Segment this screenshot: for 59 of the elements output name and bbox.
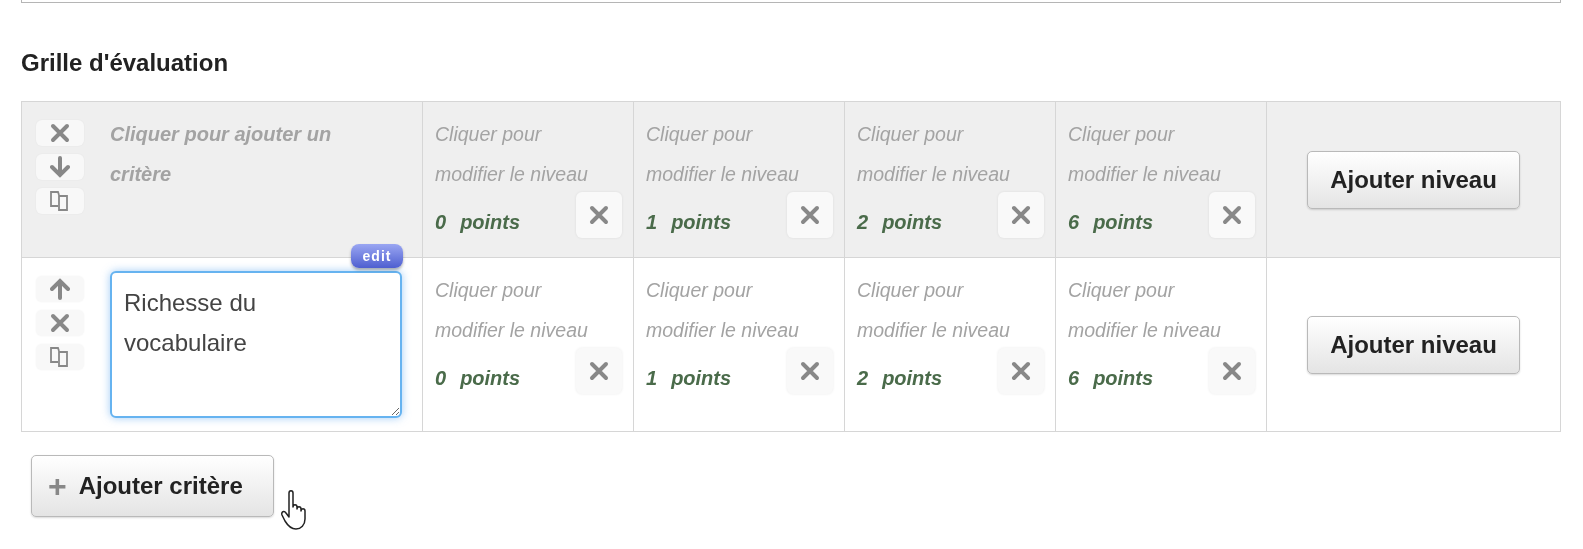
- close-icon: [589, 361, 609, 381]
- move-up-button[interactable]: [36, 276, 84, 302]
- section-heading: Grille d'évaluation: [21, 48, 229, 78]
- delete-level-button[interactable]: [998, 348, 1044, 394]
- close-icon: [800, 205, 820, 225]
- delete-button[interactable]: [36, 310, 84, 336]
- duplicate-button[interactable]: [36, 188, 84, 214]
- points-label: points: [1093, 210, 1154, 234]
- criterion-field[interactable]: Richesse du vocabulaire: [110, 271, 402, 418]
- level-description[interactable]: Cliquer pour modifier le niveau: [857, 270, 1033, 350]
- points-label: points: [460, 210, 521, 234]
- move-down-button[interactable]: [36, 154, 84, 180]
- points-label: points: [671, 210, 732, 234]
- level-description[interactable]: Cliquer pour modifier le niveau: [435, 114, 611, 194]
- copy-icon: [49, 190, 71, 212]
- level-description[interactable]: Cliquer pour modifier le niveau: [1068, 270, 1244, 350]
- points-value: 6: [1068, 210, 1080, 234]
- delete-level-button[interactable]: [576, 192, 622, 238]
- add-criterion-button[interactable]: + Ajouter critère: [31, 455, 274, 517]
- delete-level-button[interactable]: [1209, 348, 1255, 394]
- add-level-button[interactable]: Ajouter niveau: [1307, 315, 1520, 374]
- close-icon: [50, 123, 70, 143]
- points-label: points: [671, 366, 732, 390]
- points-label: points: [460, 366, 521, 390]
- points-value: 1: [646, 210, 658, 234]
- close-icon: [1222, 205, 1242, 225]
- delete-level-button[interactable]: [998, 192, 1044, 238]
- level-description[interactable]: Cliquer pour modifier le niveau: [435, 270, 611, 350]
- close-icon: [50, 313, 70, 333]
- duplicate-button[interactable]: [36, 344, 84, 370]
- close-icon: [800, 361, 820, 381]
- copy-icon: [49, 346, 71, 368]
- close-icon: [1222, 361, 1242, 381]
- delete-level-button[interactable]: [787, 348, 833, 394]
- criterion-placeholder[interactable]: Cliquer pour ajouter un critère: [110, 114, 370, 194]
- points-value: 2: [857, 210, 869, 234]
- level-description[interactable]: Cliquer pour modifier le niveau: [1068, 114, 1244, 194]
- points-value: 0: [435, 210, 447, 234]
- points-value: 0: [435, 366, 447, 390]
- points-label: points: [1093, 366, 1154, 390]
- delete-level-button[interactable]: [787, 192, 833, 238]
- points-value: 2: [857, 366, 869, 390]
- close-icon: [1011, 361, 1031, 381]
- points-value: 1: [646, 366, 658, 390]
- add-level-button[interactable]: Ajouter niveau: [1307, 150, 1520, 209]
- arrow-down-icon: [50, 156, 70, 178]
- points-label: points: [882, 366, 943, 390]
- level-description[interactable]: Cliquer pour modifier le niveau: [646, 114, 822, 194]
- delete-level-button[interactable]: [1209, 192, 1255, 238]
- arrow-up-icon: [50, 278, 70, 300]
- points-label: points: [882, 210, 943, 234]
- points-value: 6: [1068, 366, 1080, 390]
- level-description[interactable]: Cliquer pour modifier le niveau: [646, 270, 822, 350]
- edit-badge[interactable]: edit: [351, 244, 403, 268]
- close-icon: [1011, 205, 1031, 225]
- delete-level-button[interactable]: [576, 348, 622, 394]
- delete-button[interactable]: [36, 120, 84, 146]
- close-icon: [589, 205, 609, 225]
- level-description[interactable]: Cliquer pour modifier le niveau: [857, 114, 1033, 194]
